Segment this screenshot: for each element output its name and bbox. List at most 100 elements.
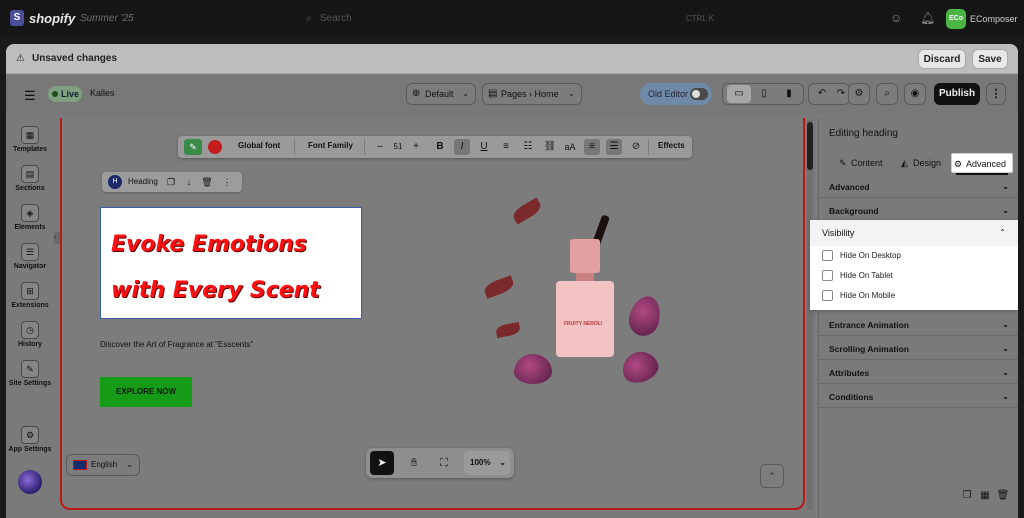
preview-eye-icon[interactable]: ◉ (904, 83, 926, 105)
shopify-search-input[interactable]: ⌕ Search CTRL K (300, 8, 720, 30)
search-shortcut: CTRL K (685, 14, 714, 23)
sidebar-item-site-settings[interactable]: ✎ Site Settings (6, 360, 54, 387)
selected-heading-element[interactable]: Evoke Emotions with Every Scent (100, 207, 362, 319)
underline-button[interactable]: U (476, 139, 492, 155)
checkbox[interactable] (822, 250, 833, 261)
toolbar-divider (294, 139, 295, 155)
toggle-switch[interactable] (690, 88, 708, 100)
discard-button[interactable]: Discard (918, 49, 966, 69)
hero-subtitle[interactable]: Discover the Art of Fragrance at "Esscen… (100, 340, 253, 349)
bold-button[interactable]: B (432, 139, 448, 155)
assistant-orb[interactable] (18, 470, 42, 494)
hand-pan-icon[interactable]: ✋︎ (402, 451, 426, 475)
sidebar-item-sections[interactable]: ▤ Sections (6, 165, 54, 192)
sidekick-icon[interactable]: ☺ (890, 11, 902, 25)
settings-sliders-icon[interactable]: ⚙ (848, 83, 870, 105)
section-entrance-animation[interactable]: Entrance Animation ⌄ (819, 314, 1018, 336)
section-scrolling-animation[interactable]: Scrolling Animation ⌄ (819, 338, 1018, 360)
sidebar-item-extensions[interactable]: ⊞ Extensions (6, 282, 54, 309)
fit-screen-icon[interactable]: ⛶ (432, 451, 456, 475)
italic-button[interactable]: I (454, 139, 470, 155)
template-select[interactable]: ⊕ Default ⌄ (406, 83, 476, 105)
chevron-down-icon: ⌄ (1002, 368, 1009, 377)
language-select[interactable]: English ⌄ (66, 454, 140, 476)
section-attributes[interactable]: Attributes ⌄ (819, 362, 1018, 384)
section-conditions[interactable]: Conditions ⌄ (819, 386, 1018, 408)
store-avatar[interactable]: ECo (946, 9, 966, 29)
more-options-icon[interactable]: ⋮ (986, 83, 1006, 105)
old-editor-toggle[interactable]: Old Editor (640, 83, 712, 105)
store-name[interactable]: EComposer (970, 14, 1018, 24)
move-down-icon[interactable]: ↓ (182, 175, 196, 189)
scrollbar-thumb[interactable] (807, 122, 813, 170)
hide-on-tablet-checkbox[interactable]: Hide On Tablet (822, 269, 893, 283)
ai-edit-icon[interactable]: ✎ (184, 139, 202, 155)
bell-icon[interactable]: 🔔︎ (920, 11, 935, 25)
section-label: Entrance Animation (829, 320, 909, 330)
tab-advanced[interactable]: ⚙ Advanced (951, 153, 1014, 175)
increase-size-button[interactable]: + (408, 139, 424, 155)
font-family-select[interactable]: Font Family (308, 141, 353, 150)
global-font-select[interactable]: Global font (238, 141, 280, 150)
trash-icon[interactable]: 🗑︎ (996, 490, 1010, 501)
effects-button[interactable]: Effects (658, 141, 685, 150)
text-case-button[interactable]: aA (562, 139, 578, 155)
live-status-badge: Live (48, 86, 82, 102)
mobile-icon[interactable]: ▮ (777, 85, 801, 103)
align-left-icon[interactable]: ≡ (584, 139, 600, 155)
text-color-swatch[interactable] (208, 140, 222, 154)
checkbox[interactable] (822, 270, 833, 281)
sidebar-item-label: Templates (12, 146, 48, 153)
link-icon[interactable]: ⛓ (542, 139, 558, 155)
sidebar-item-label: Navigator (13, 263, 47, 270)
zoom-select[interactable]: 100% ⌄ (464, 451, 510, 475)
sidebar-item-navigator[interactable]: ☰ Navigator (6, 243, 54, 270)
section-background[interactable]: Background ⌄ (819, 200, 1018, 222)
section-advanced[interactable]: Advanced ⌄ (819, 176, 1018, 198)
scroll-to-top-icon[interactable]: ⌃ (760, 464, 784, 488)
edition-label: Summer '25 (80, 13, 134, 24)
save-button[interactable]: Save (972, 49, 1008, 69)
menu-icon[interactable]: ☰ (24, 88, 36, 104)
desktop-icon[interactable]: ▭ (727, 85, 751, 103)
select-cursor-icon[interactable]: ➤ (370, 451, 394, 475)
font-size-input[interactable]: 51 (390, 139, 406, 155)
visibility-header[interactable]: Visibility ⌃ (810, 220, 1018, 246)
chevron-down-icon: ⌄ (499, 458, 506, 467)
hide-on-mobile-checkbox[interactable]: Hide On Mobile (822, 289, 895, 303)
hero-heading[interactable]: Evoke Emotions with Every Scent (111, 222, 361, 314)
delete-icon[interactable]: 🗑︎ (200, 175, 214, 189)
sidebar-item-app-settings[interactable]: ⚙ App Settings (6, 426, 54, 453)
decrease-size-button[interactable]: – (372, 139, 388, 155)
duplicate-icon[interactable]: ❐ (164, 175, 178, 189)
toolbar-divider (648, 139, 649, 155)
publish-button[interactable]: Publish (934, 83, 980, 105)
more-options-icon[interactable]: ⋮ (220, 175, 234, 189)
page-select[interactable]: ▤ Pages › Home ⌄ (482, 83, 582, 105)
checkbox-label: Hide On Desktop (840, 251, 901, 260)
hero-product-image[interactable]: FRUITY NEROLI (472, 194, 692, 394)
shopify-logo[interactable]: S shopify (10, 10, 75, 26)
bullet-list-icon[interactable]: ☷ (520, 139, 536, 155)
ordered-list-icon[interactable]: ≡ (498, 139, 514, 155)
checkbox[interactable] (822, 290, 833, 301)
sidebar-item-history[interactable]: ◷ History (6, 321, 54, 348)
editor-toolbar: ☰ Live Kalles ⊕ Default ⌄ ▤ Pages › Home… (6, 74, 1018, 114)
explore-now-button[interactable]: EXPLORE NOW (100, 377, 192, 407)
hide-on-desktop-checkbox[interactable]: Hide On Desktop (822, 249, 901, 263)
inspect-icon[interactable]: ⌕ (876, 83, 898, 105)
copy-style-icon[interactable]: ❐ (960, 490, 974, 501)
sidebar-item-templates[interactable]: ▦ Templates (6, 126, 54, 153)
device-switcher: ▭ ▯ ▮ (722, 83, 804, 105)
canvas-scrollbar[interactable] (807, 120, 813, 510)
tab-content[interactable]: ✎ Content (837, 153, 883, 173)
tab-design[interactable]: ◭ Design (899, 153, 941, 173)
clear-format-icon[interactable]: ⊘ (628, 139, 644, 155)
tablet-icon[interactable]: ▯ (752, 85, 776, 103)
list-style-icon[interactable]: ☰ (606, 139, 622, 155)
layout-icon[interactable]: ▦ (978, 490, 992, 501)
sidebar-item-elements[interactable]: ◈ Elements (6, 204, 54, 231)
element-type-label[interactable]: Heading (128, 177, 158, 186)
text-format-toolbar: ✎ Global font Font Family – 51 + B I U ≡… (178, 136, 692, 158)
extensions-icon: ⊞ (21, 282, 39, 300)
